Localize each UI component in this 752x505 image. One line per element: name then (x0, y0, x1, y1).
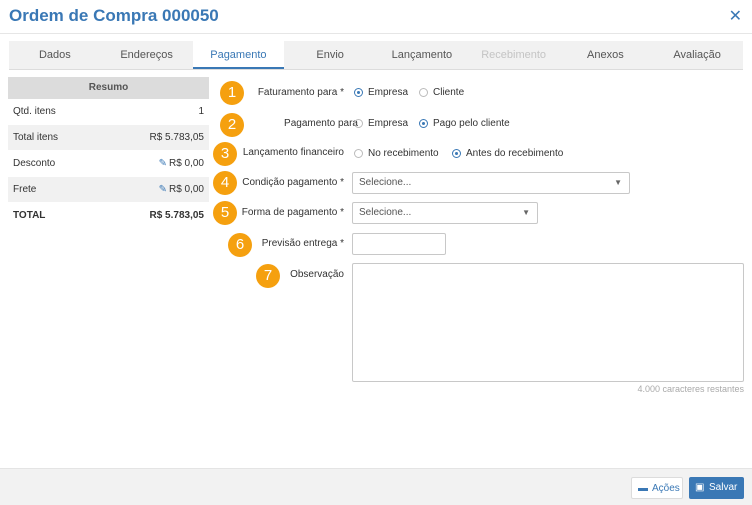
select-value: Selecione... (359, 177, 412, 188)
radio-label: No recebimento (368, 148, 439, 159)
page-title: Ordem de Compra 000050 (9, 6, 219, 25)
char-counter: 4.000 caracteres restantes (637, 384, 744, 394)
radio-dot (419, 88, 428, 97)
lancamento-label: Lançamento financeiro (242, 147, 344, 158)
summary-label: Qtd. itens (13, 106, 56, 117)
summary-panel: Resumo Qtd. itens 1 Total itens R$ 5.783… (8, 77, 209, 229)
save-icon: ▣ (695, 482, 705, 493)
acoes-button[interactable]: ▬ Ações (631, 477, 683, 499)
radio-dot (354, 88, 363, 97)
pagamento-cliente-radio[interactable]: Pago pelo cliente (419, 118, 510, 129)
tab-enderecos[interactable]: Endereços (101, 41, 193, 69)
radio-label: Pago pelo cliente (433, 118, 510, 129)
lancamento-antes-radio[interactable]: Antes do recebimento (452, 148, 563, 159)
observacao-textarea[interactable] (352, 263, 744, 382)
summary-label: Total itens (13, 132, 59, 143)
comment-icon: ▬ (638, 483, 648, 494)
pagamento-label: Pagamento para (284, 118, 358, 129)
radio-label: Empresa (368, 87, 409, 98)
select-value: Selecione... (359, 207, 412, 218)
radio-dot (354, 149, 363, 158)
condicao-label: Condição pagamento * (242, 177, 344, 188)
save-button[interactable]: ▣ Salvar (689, 477, 744, 499)
save-label: Salvar (709, 482, 738, 493)
radio-dot (452, 149, 461, 158)
condicao-select[interactable]: Selecione... ▼ (352, 172, 630, 194)
summary-value: 1 (198, 106, 204, 117)
summary-label: Desconto (13, 158, 56, 169)
summary-row-total-itens: Total itens R$ 5.783,05 (8, 125, 209, 151)
previsao-input[interactable] (352, 233, 446, 255)
summary-row-desconto: Desconto ✎ R$ 0,00 (8, 151, 209, 177)
forma-select[interactable]: Selecione... ▼ (352, 202, 538, 224)
tab-dados[interactable]: Dados (9, 41, 101, 69)
radio-label: Cliente (433, 87, 465, 98)
tab-avaliacao[interactable]: Avaliação (651, 41, 743, 69)
observacao-label: Observação (290, 269, 344, 280)
step-badge-4: 4 (213, 171, 237, 195)
radio-dot (354, 119, 363, 128)
acoes-label: Ações (652, 483, 680, 494)
summary-value: R$ 5.783,05 (149, 210, 205, 221)
summary-label: TOTAL (13, 210, 46, 221)
tab-bar: Dados Endereços Pagamento Envio Lançamen… (9, 41, 743, 70)
radio-label: Empresa (368, 118, 409, 129)
radio-dot (419, 119, 428, 128)
summary-value: R$ 5.783,05 (149, 132, 205, 143)
summary-title: Resumo (8, 77, 209, 99)
chevron-down-icon: ▼ (614, 178, 622, 187)
radio-label: Antes do recebimento (466, 148, 564, 159)
pagamento-empresa-radio[interactable]: Empresa (354, 118, 408, 129)
forma-label: Forma de pagamento * (241, 207, 344, 218)
summary-row-qtd: Qtd. itens 1 (8, 99, 209, 125)
tab-lancamento[interactable]: Lançamento (376, 41, 468, 69)
chevron-down-icon: ▼ (522, 208, 530, 217)
tab-anexos[interactable]: Anexos (560, 41, 652, 69)
header-divider (0, 33, 752, 34)
tab-recebimento: Recebimento (481, 49, 547, 61)
summary-label: Frete (13, 184, 37, 195)
previsao-label: Previsão entrega * (261, 238, 344, 249)
faturamento-label: Faturamento para * (257, 87, 344, 98)
faturamento-cliente-radio[interactable]: Cliente (419, 87, 464, 98)
pencil-icon[interactable]: ✎ (159, 158, 167, 169)
close-icon[interactable]: ✕ (729, 6, 742, 26)
lancamento-recebimento-radio[interactable]: No recebimento (354, 148, 439, 159)
pencil-icon[interactable]: ✎ (159, 184, 167, 195)
faturamento-empresa-radio[interactable]: Empresa (354, 87, 408, 98)
step-badge-5: 5 (213, 201, 237, 225)
summary-value: R$ 0,00 (168, 158, 204, 169)
summary-value: R$ 0,00 (168, 184, 204, 195)
tab-pagamento[interactable]: Pagamento (192, 41, 285, 69)
summary-row-frete: Frete ✎ R$ 0,00 (8, 177, 209, 203)
tab-envio[interactable]: Envio (284, 41, 376, 69)
summary-row-total: TOTAL R$ 5.783,05 (8, 203, 209, 229)
step-badge-3: 3 (213, 142, 237, 166)
